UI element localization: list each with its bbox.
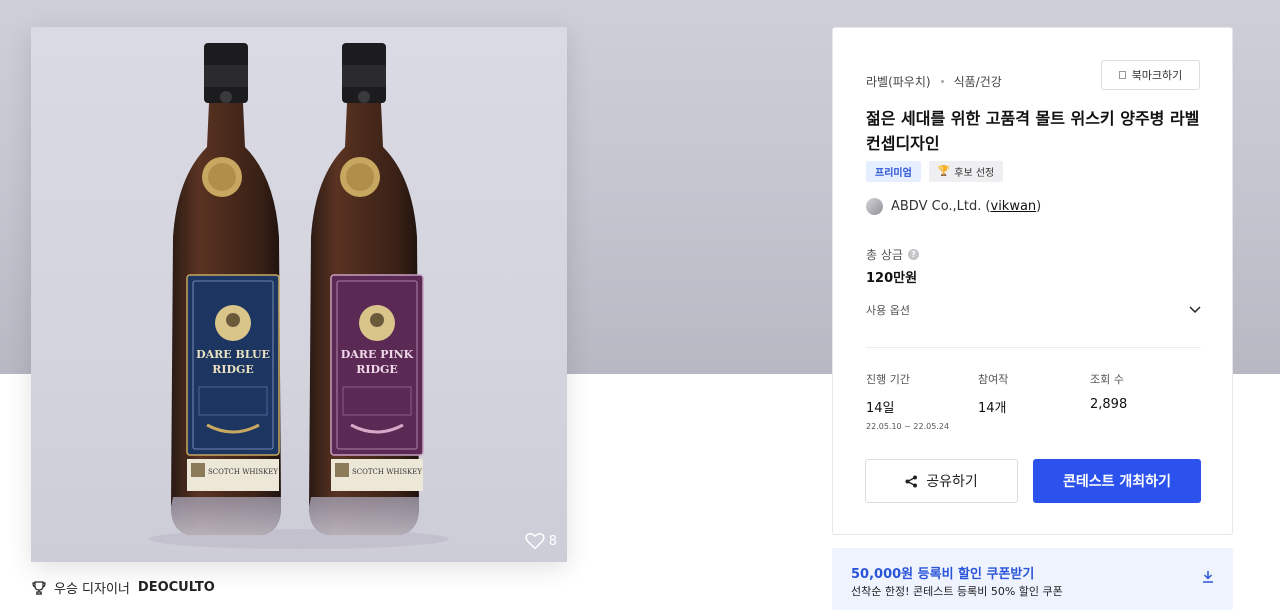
like-count: 8 [548,533,557,549]
divider [866,347,1201,348]
winning-designer: 우승 디자이너 DEOCULTO [32,578,215,597]
category-secondary[interactable]: 식품/건강 [954,73,1002,90]
stat-entries: 참여작 14개 [978,371,1008,416]
help-icon[interactable]: ? [907,249,919,260]
like-button[interactable]: 8 [525,532,557,550]
nominee-badge: 🏆 후보 선정 [928,161,1004,182]
bottle-right: DARE PINK RIDGE SCOTCH WHISKEY [309,43,424,535]
premium-badge: 프리미엄 [866,161,921,182]
svg-text:DARE BLUE: DARE BLUE [196,348,270,361]
share-icon [905,475,918,487]
trophy-icon [32,580,46,595]
trophy-icon: 🏆 [937,166,951,177]
svg-text:SCOTCH WHISKEY: SCOTCH WHISKEY [352,468,422,476]
download-icon[interactable] [1202,570,1214,583]
entries-value: 14개 [978,401,1007,416]
period-dates: 22.05.10 ~ 22.05.24 [866,422,950,431]
prize-value: 120만원 [866,271,918,286]
coupon-banner[interactable]: 50,000원 등록비 할인 쿠폰받기 선착순 한정! 콘테스트 등록비 50%… [832,548,1233,610]
coupon-subtitle: 선착순 한정! 콘테스트 등록비 50% 할인 쿠폰 [851,585,1063,598]
contest-title: 젊은 세대를 위한 고품격 몰트 위스키 양주병 라벨 컨셉디자인 [866,109,1200,153]
stat-period: 진행 기간 14일 22.05.10 ~ 22.05.24 [866,371,949,431]
company-info: ABDV Co.,Ltd. (vikwan) [866,198,1041,215]
share-button[interactable]: 공유하기 [865,459,1018,503]
bottle-left: DARE BLUE RIDGE SCOTCH WHISKEY [171,43,281,535]
whisky-bottles-illustration: DARE BLUE RIDGE SCOTCH WHISKEY DARE PINK… [149,43,449,549]
badge-group: 프리미엄 🏆 후보 선정 [866,161,1004,182]
contest-info-panel: 라벨(파우치) 식품/건강 북마크하기 젊은 세대를 위한 고품격 몰트 위스키… [832,27,1233,535]
bookmark-label: 북마크하기 [1131,69,1183,82]
winner-name[interactable]: DEOCULTO [138,580,215,595]
chevron-down-icon [1189,306,1201,314]
bookmark-button[interactable]: 북마크하기 [1101,60,1200,90]
options-label: 사용 옵션 [866,304,910,317]
period-label: 진행 기간 [866,373,910,386]
svg-text:DARE PINK: DARE PINK [341,348,414,361]
breadcrumb: 라벨(파우치) 식품/건강 [866,73,1002,90]
category-primary[interactable]: 라벨(파우치) [866,73,931,90]
views-label: 조회 수 [1090,373,1124,386]
svg-text:RIDGE: RIDGE [212,363,254,376]
company-avatar [866,198,883,215]
period-value: 14일 [866,401,895,416]
breadcrumb-separator [940,80,944,83]
winning-design-image[interactable]: DARE BLUE RIDGE SCOTCH WHISKEY DARE PINK… [31,27,567,562]
winner-label: 우승 디자이너 [54,582,130,597]
views-value: 2,898 [1090,397,1128,412]
options-dropdown[interactable]: 사용 옵션 [866,302,1201,318]
nominee-badge-label: 후보 선정 [954,168,995,179]
stat-views: 조회 수 2,898 [1090,371,1127,412]
share-label: 공유하기 [926,474,978,490]
prize-label: 총 상금 ? [866,246,919,263]
heart-icon [525,532,545,550]
host-contest-button[interactable]: 콘테스트 개최하기 [1033,459,1201,503]
username-wrapper: (vikwan) [985,199,1042,214]
entries-label: 참여작 [978,373,1009,386]
username-link[interactable]: vikwan [991,199,1037,214]
bookmark-icon [1118,71,1126,79]
company-name: ABDV Co.,Ltd. [891,199,982,214]
coupon-title: 50,000원 등록비 할인 쿠폰받기 [851,567,1035,582]
svg-text:RIDGE: RIDGE [356,363,398,376]
svg-text:SCOTCH WHISKEY: SCOTCH WHISKEY [208,468,278,476]
